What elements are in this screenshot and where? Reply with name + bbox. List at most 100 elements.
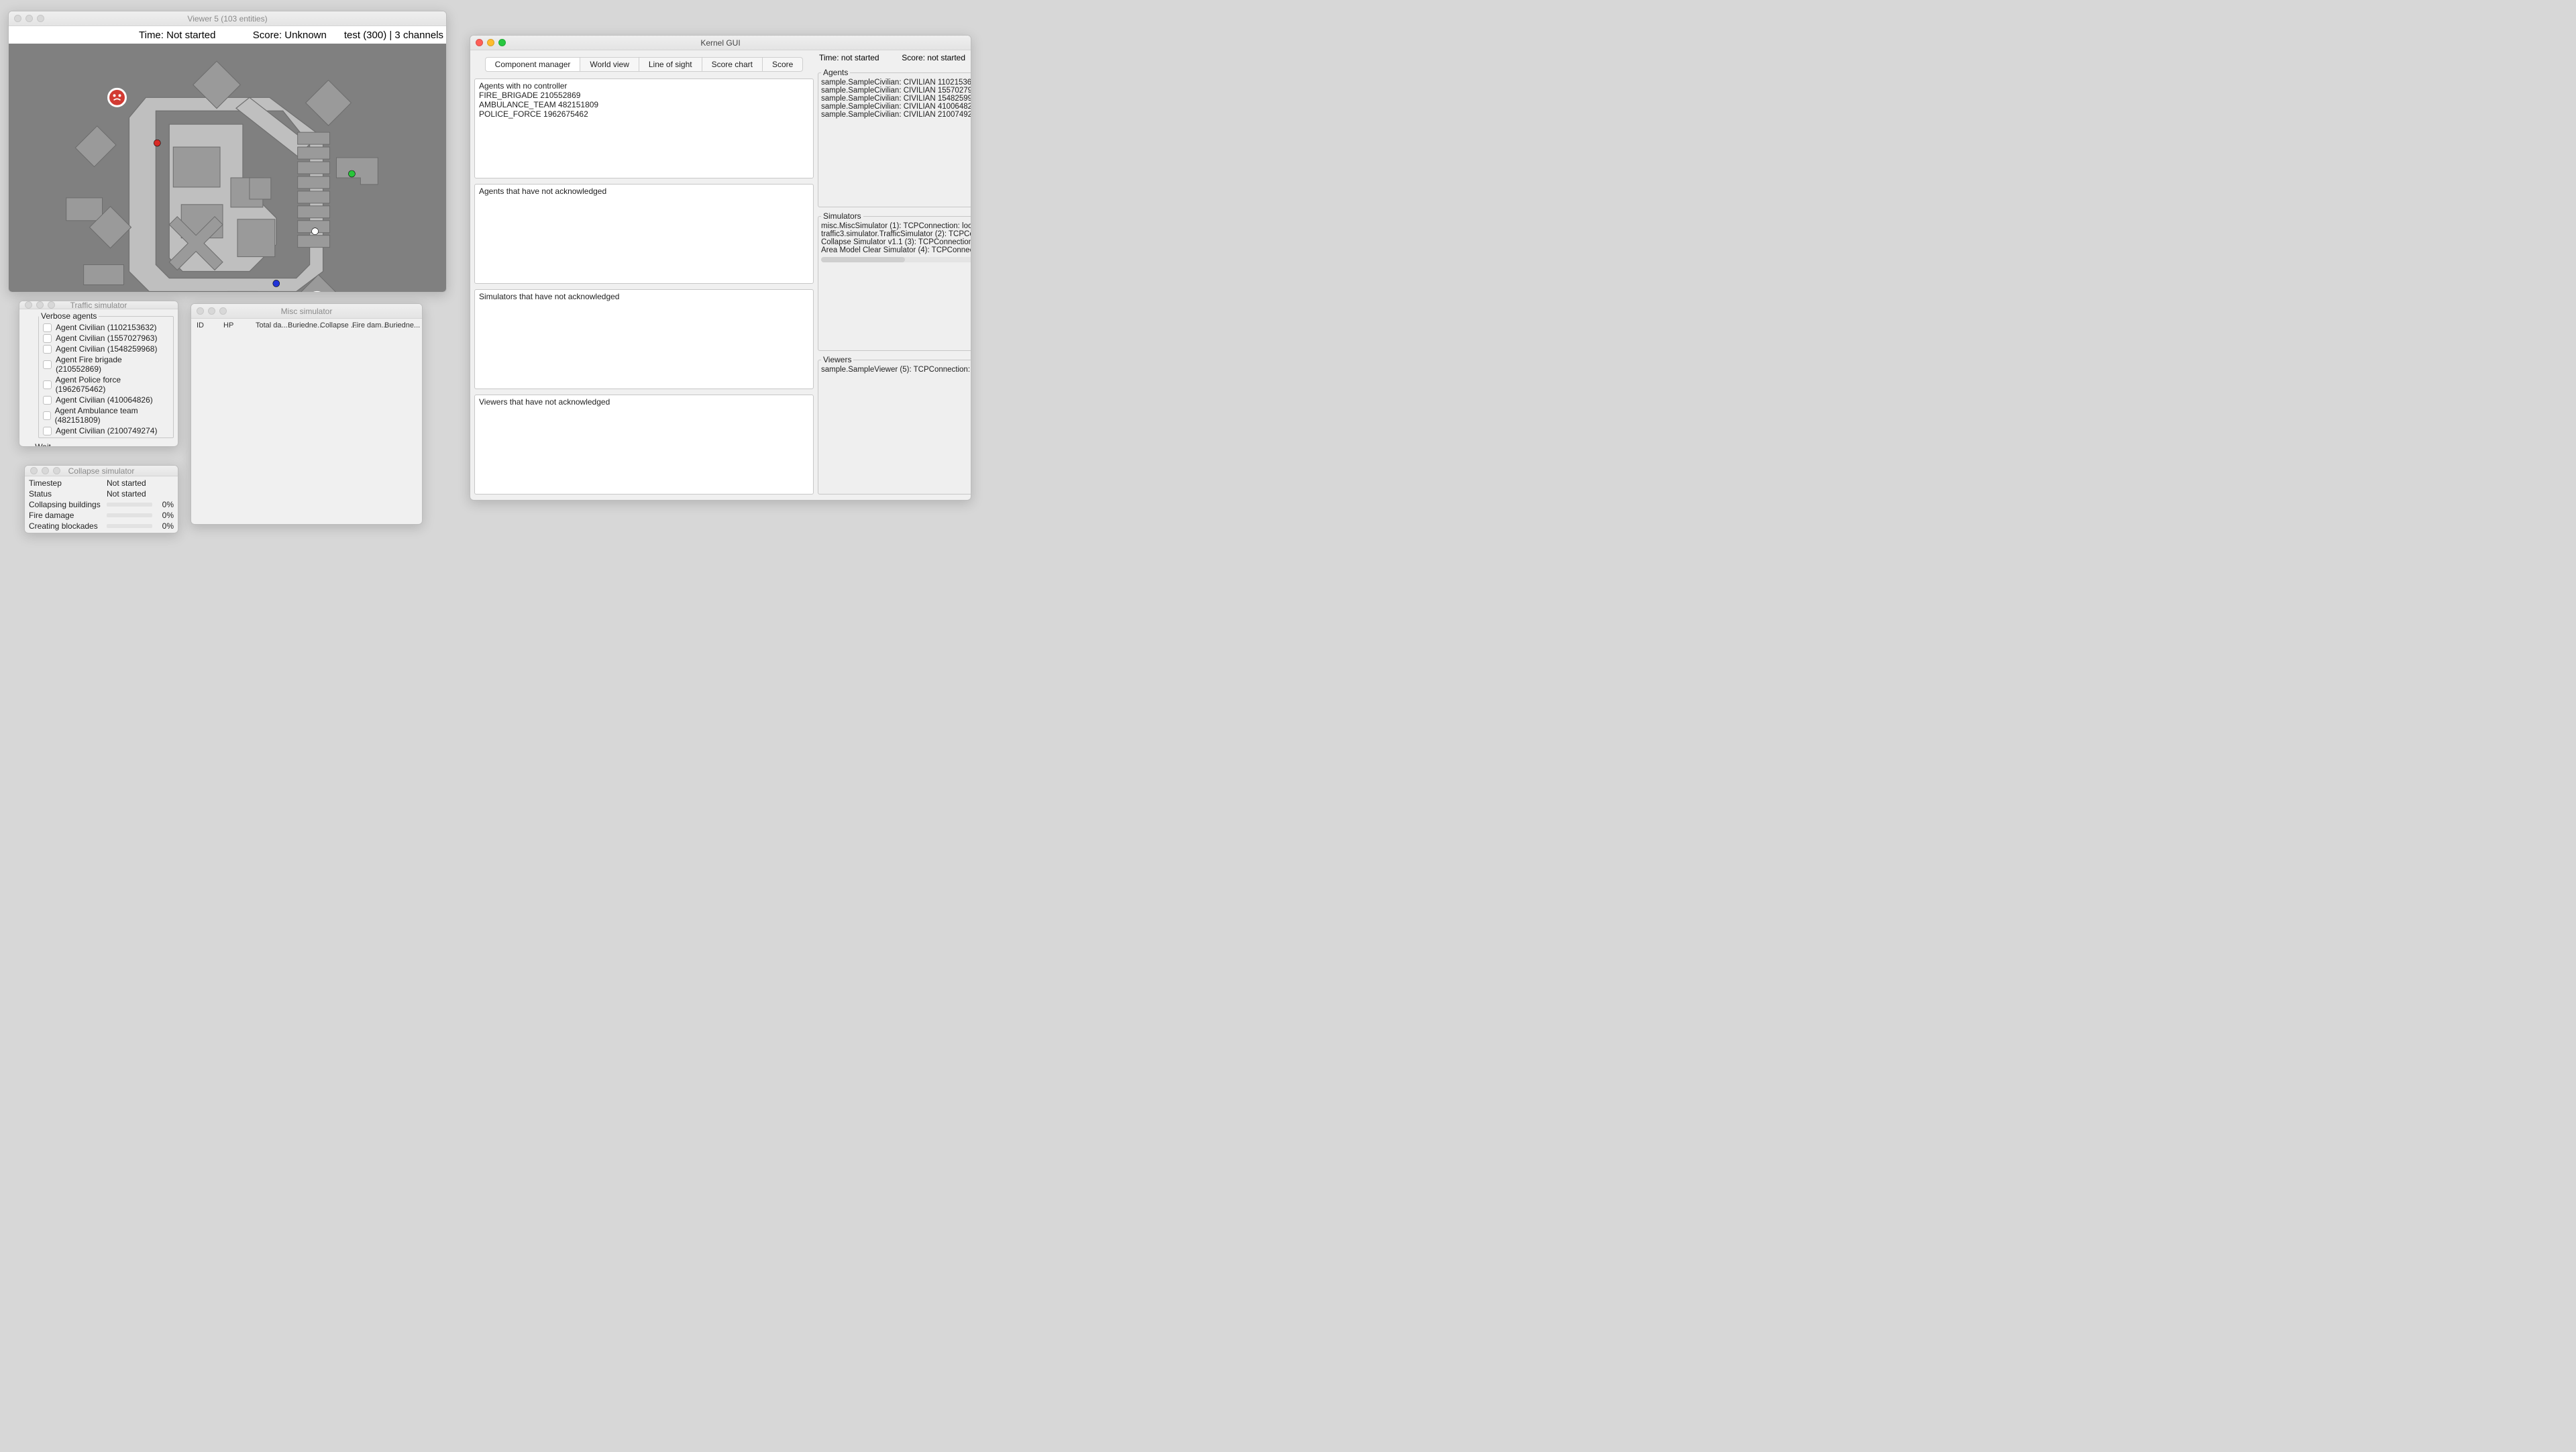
tab-component-manager[interactable]: Component manager (485, 57, 581, 72)
verbose-agents-legend: Verbose agents (39, 311, 99, 321)
agents-legend: Agents (821, 68, 850, 77)
kernel-gui-window: Kernel GUI Component managerWorld viewLi… (470, 35, 971, 501)
zoom-icon[interactable] (219, 307, 227, 315)
misc-column-header[interactable]: Collapse ... (317, 321, 350, 329)
agent-checkbox[interactable] (43, 396, 52, 405)
collapse-row: Fire damage 0% (29, 510, 174, 521)
misc-column-header[interactable]: Fire dam... (350, 321, 382, 329)
viewer-titlebar[interactable]: Viewer 5 (103 entities) (9, 11, 446, 26)
collapse-row: TimestepNot started (29, 478, 174, 488)
verbose-agent-row: Agent Civilian (1548259968) (39, 344, 173, 354)
agent-checkbox[interactable] (43, 345, 52, 354)
minimize-icon[interactable] (25, 15, 33, 22)
zoom-icon[interactable] (48, 301, 55, 309)
agent-label: Agent Civilian (1102153632) (56, 323, 157, 332)
agent-item[interactable]: sample.SampleCivilian: CIVILIAN 41006482… (821, 103, 971, 111)
tab-score-chart[interactable]: Score chart (702, 57, 763, 72)
verbose-agent-row: Agent Fire brigade (210552869) (39, 354, 173, 374)
kernel-titlebar[interactable]: Kernel GUI (470, 36, 971, 50)
simulators-unack-header: Simulators that have not acknowledged (479, 292, 809, 301)
tab-world-view[interactable]: World view (580, 57, 639, 72)
close-icon[interactable] (476, 39, 483, 46)
wait-on-refresh-label: Wait on refresh (35, 442, 60, 447)
scrollbar[interactable] (821, 257, 971, 262)
viewers-legend: Viewers (821, 355, 853, 364)
minimize-icon[interactable] (487, 39, 494, 46)
progress-bar (107, 503, 152, 507)
viewer-item[interactable]: sample.SampleViewer (5): TCPConnection: … (821, 366, 971, 374)
viewer-map[interactable] (9, 44, 446, 292)
simulator-item[interactable]: Collapse Simulator v1.1 (3): TCPConnecti… (821, 238, 971, 246)
agent-label: Agent Civilian (2100749274) (56, 426, 157, 435)
collapse-row-label: Timestep (29, 478, 107, 488)
misc-column-header[interactable]: ID (194, 321, 221, 329)
traffic-titlebar[interactable]: Traffic simulator (19, 301, 178, 309)
close-icon[interactable] (14, 15, 21, 22)
verbose-agent-row: Agent Civilian (410064826) (39, 395, 173, 405)
misc-column-header[interactable]: Buriedne... (285, 321, 317, 329)
simulator-item[interactable]: misc.MiscSimulator (1): TCPConnection: l… (821, 222, 971, 230)
agent-item[interactable]: sample.SampleCivilian: CIVILIAN 15482599… (821, 95, 971, 103)
simulators-group: Simulators misc.MiscSimulator (1): TCPCo… (818, 211, 971, 351)
viewer-score: Score: Unknown (253, 30, 327, 41)
collapse-row-value: 0% (156, 511, 174, 520)
misc-simulator-window: Misc simulator IDHPTotal da...Buriedne..… (191, 303, 423, 525)
misc-titlebar[interactable]: Misc simulator (191, 304, 422, 319)
no-controller-item[interactable]: FIRE_BRIGADE 210552869 (479, 91, 809, 100)
agent-checkbox[interactable] (43, 334, 52, 343)
progress-bar (107, 524, 152, 528)
agent-checkbox[interactable] (43, 323, 52, 332)
viewer-title: Viewer 5 (103 entities) (9, 14, 446, 23)
verbose-agent-row: Agent Police force (1962675462) (39, 374, 173, 395)
agent-checkbox[interactable] (43, 360, 52, 369)
close-icon[interactable] (30, 467, 38, 474)
progress-bar (107, 513, 152, 517)
zoom-icon[interactable] (498, 39, 506, 46)
no-controller-item[interactable]: AMBULANCE_TEAM 482151809 (479, 100, 809, 109)
misc-column-header[interactable]: HP (221, 321, 253, 329)
collapse-row-value: 0% (156, 500, 174, 509)
simulators-unack-panel: Simulators that have not acknowledged (474, 289, 814, 389)
verbose-agent-row: Agent Civilian (2100749274) (39, 425, 173, 436)
agent-checkbox[interactable] (43, 380, 52, 389)
close-icon[interactable] (25, 301, 32, 309)
agent-label: Agent Police force (1962675462) (56, 375, 169, 394)
tab-line-of-sight[interactable]: Line of sight (639, 57, 702, 72)
collapse-row-label: Fire damage (29, 511, 107, 520)
agent-item[interactable]: sample.SampleCivilian: CIVILIAN 21007492… (821, 111, 971, 119)
misc-column-header[interactable]: Total da... (253, 321, 285, 329)
agent-checkbox[interactable] (43, 411, 51, 420)
kernel-title: Kernel GUI (470, 38, 971, 48)
simulator-item[interactable]: Area Model Clear Simulator (4): TCPConne… (821, 246, 971, 254)
agent-item[interactable]: sample.SampleCivilian: CIVILIAN 15570279… (821, 87, 971, 95)
minimize-icon[interactable] (36, 301, 44, 309)
viewer-window: Viewer 5 (103 entities) Time: Not starte… (8, 11, 447, 293)
minimize-icon[interactable] (42, 467, 49, 474)
collapse-simulator-window: Collapse simulator TimestepNot startedSt… (24, 465, 178, 533)
agent-label: Agent Civilian (410064826) (56, 395, 153, 405)
zoom-icon[interactable] (37, 15, 44, 22)
minimize-icon[interactable] (208, 307, 215, 315)
agents-unack-header: Agents that have not acknowledged (479, 187, 809, 196)
collapse-row-label: Creating blockades (29, 521, 107, 531)
agent-label: Agent Fire brigade (210552869) (56, 355, 169, 374)
kernel-score: Score: not started (902, 53, 965, 62)
collapse-titlebar[interactable]: Collapse simulator (25, 466, 178, 476)
tab-score[interactable]: Score (763, 57, 803, 72)
agents-group: Agents sample.SampleCivilian: CIVILIAN 1… (818, 68, 971, 207)
verbose-agent-row: Agent Civilian (1102153632) (39, 322, 173, 333)
traffic-simulator-window: Traffic simulator Verbose agents Agent C… (19, 301, 178, 447)
no-controller-item[interactable]: POLICE_FORCE 1962675462 (479, 109, 809, 119)
simulator-item[interactable]: traffic3.simulator.TrafficSimulator (2):… (821, 230, 971, 238)
collapse-row: StatusNot started (29, 488, 174, 499)
zoom-icon[interactable] (53, 467, 60, 474)
simulators-legend: Simulators (821, 211, 863, 221)
close-icon[interactable] (197, 307, 204, 315)
viewer-status-bar: Time: Not started Score: Unknown test (3… (9, 26, 446, 44)
viewer-channels: test (300) | 3 channels (344, 30, 443, 41)
agent-checkbox[interactable] (43, 427, 52, 435)
collapse-row-label: Collapsing buildings (29, 500, 107, 509)
agent-item[interactable]: sample.SampleCivilian: CIVILIAN 11021536… (821, 79, 971, 87)
misc-column-header[interactable]: Buriedne... (382, 321, 414, 329)
misc-columns-row: IDHPTotal da...Buriedne...Collapse ...Fi… (191, 319, 422, 332)
